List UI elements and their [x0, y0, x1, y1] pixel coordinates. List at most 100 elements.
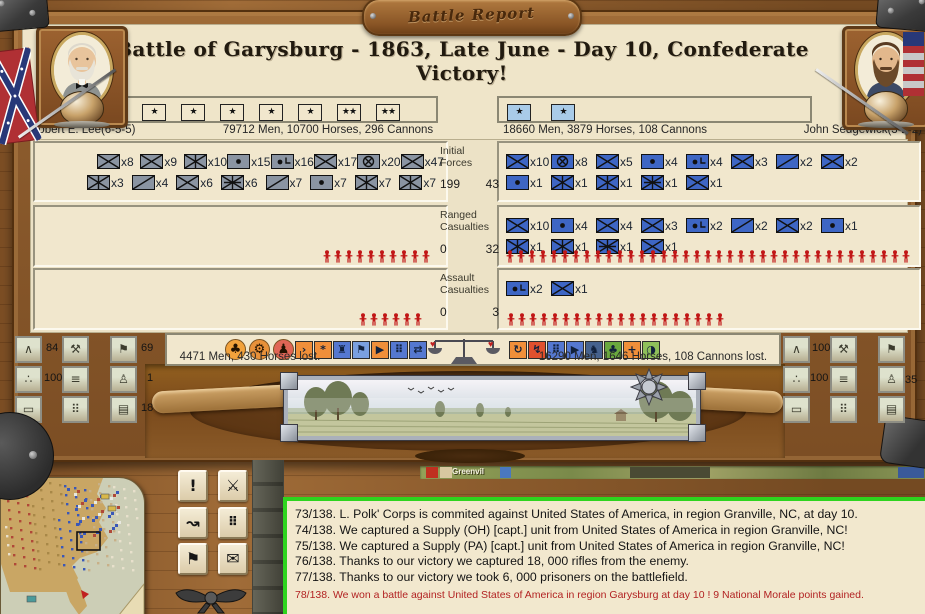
unit-icon-inf: x1	[551, 281, 596, 296]
casualty-figure	[606, 313, 614, 326]
stat-tile-supply-csa: ▤	[110, 396, 137, 423]
casualty-figure	[638, 250, 646, 263]
stat-tile-digger-csa: ⚒	[62, 336, 89, 363]
casualty-figure	[370, 313, 378, 326]
button-flag[interactable]: ⚑	[178, 543, 208, 575]
casualty-figure	[551, 313, 559, 326]
unit-icon-art: x4	[641, 154, 686, 169]
log-line: 74/138. We captured a Supply (OH) [capt.…	[295, 523, 925, 539]
casualty-figure	[539, 250, 547, 263]
casualty-figure	[639, 313, 647, 326]
unit-icon-inf: x8	[97, 154, 140, 169]
casualty-figure	[628, 313, 636, 326]
usa-assault-count: 3	[492, 305, 499, 319]
unit-icon-hq: x20	[357, 154, 400, 169]
stat-tile-marching-usa: ⠿	[830, 396, 857, 423]
casualty-figure	[367, 250, 375, 263]
battle-log[interactable]: 73/138. L. Polk' Corps is commited again…	[283, 497, 925, 614]
casualty-figure	[661, 313, 669, 326]
button-alert[interactable]: !	[178, 470, 208, 502]
frame-corner-ornament	[688, 424, 706, 442]
stat-tile-flagmen-csa: ⚑	[110, 336, 137, 363]
unit-icon-inf: x1	[686, 175, 731, 190]
frame-corner-ornament	[280, 424, 298, 442]
button-move[interactable]: ↝	[178, 507, 208, 539]
rating-star-cell: ★	[220, 104, 244, 121]
casualty-figure	[748, 250, 756, 263]
unit-icon-art: x4	[551, 218, 596, 233]
usa-assault-casualties-panel: x2x1	[497, 268, 921, 330]
stat-tile-ammo-usa: ∴	[783, 366, 810, 393]
svg-text:♥: ♥	[488, 339, 493, 349]
stat-tile-runner-usa: ♙	[878, 366, 905, 393]
casualty-figure	[550, 250, 558, 263]
button-message[interactable]: ✉	[218, 543, 248, 575]
metal-bow-ornament	[172, 583, 250, 614]
casualty-figure	[381, 313, 389, 326]
casualty-figure	[814, 250, 822, 263]
casualty-figure	[693, 250, 701, 263]
stat-tile-wagon-usa: ▭	[783, 396, 810, 423]
usa-losses-text: 16290 Men, 1646 Horses, 108 Cannons lost…	[529, 351, 777, 363]
game-map-strip: Greenvil	[420, 466, 925, 479]
casualty-figure	[737, 250, 745, 263]
banner-title: Battle Report	[408, 4, 536, 26]
unit-icon-hq: x8	[551, 154, 596, 169]
casualty-figure	[627, 250, 635, 263]
casualty-figure	[506, 250, 514, 263]
button-units[interactable]: ⠿	[218, 507, 248, 539]
rating-star-cell: ★★	[337, 104, 361, 121]
status-icon: ♜	[333, 341, 351, 359]
casualty-figure	[770, 250, 778, 263]
usa-initial-count: 43	[486, 177, 499, 191]
casualty-figure	[705, 313, 713, 326]
unit-icon-cav: x4	[132, 175, 177, 190]
casualty-figures-row	[359, 313, 422, 326]
status-icon: ↻	[509, 341, 527, 359]
eagle-carving	[415, 449, 525, 463]
button-battle[interactable]: ⚔	[218, 470, 248, 502]
casualty-figure	[584, 313, 592, 326]
casualty-figure	[672, 313, 680, 326]
union-flag	[903, 32, 924, 96]
csa-morale-value: 69	[141, 342, 153, 354]
casualty-figure	[356, 250, 364, 263]
casualty-figure	[869, 250, 877, 263]
unit-icon-inf: x3	[641, 218, 686, 233]
casualty-figure	[392, 313, 400, 326]
casualty-figure	[529, 313, 537, 326]
unit-icon-inf: x4	[596, 218, 641, 233]
unit-icon-infv: x1	[551, 175, 596, 190]
casualty-figure	[422, 250, 430, 263]
usa-initial-forces-panel: x10x8x5x4x4x3x2x2x1x1x1x1x1	[497, 141, 921, 202]
csa-ranged-casualties-panel	[33, 205, 448, 267]
casualty-figure	[528, 250, 536, 263]
ranged-casualties-label-column: Ranged Casualties 0 32	[438, 207, 500, 265]
battle-report-banner: Battle Report	[362, 0, 582, 36]
casualty-figure	[803, 250, 811, 263]
rating-star-cell: ★	[259, 104, 283, 121]
log-line: 77/138. Thanks to our victory we took 6,…	[295, 570, 925, 586]
casualty-figures-row	[323, 250, 430, 263]
casualty-figure	[403, 313, 411, 326]
stat-tile-digger-usa: ⚒	[830, 336, 857, 363]
unit-icon-inf: x9	[140, 154, 183, 169]
unit-icon-infv: x3	[87, 175, 132, 190]
casualty-figure	[694, 313, 702, 326]
map-strip-marker	[440, 467, 452, 478]
map-strip-marker	[630, 467, 710, 478]
casualty-figure	[411, 250, 419, 263]
usa-ranged-count: 32	[486, 242, 499, 256]
log-line: 73/138. L. Polk' Corps is commited again…	[295, 507, 925, 523]
casualty-figure	[880, 250, 888, 263]
unit-icon-inf: x2	[776, 218, 821, 233]
casualty-figure	[334, 250, 342, 263]
rating-star-cell: ★★	[376, 104, 400, 121]
frame-corner-ornament	[688, 372, 706, 390]
casualty-figure	[594, 250, 602, 263]
rating-star-cell: ★	[181, 104, 205, 121]
unit-icon-art: x7	[310, 175, 355, 190]
log-highlight-line: 78/138. We won a battle against United S…	[295, 588, 925, 602]
casualty-figure	[671, 250, 679, 263]
casualty-figure	[836, 250, 844, 263]
